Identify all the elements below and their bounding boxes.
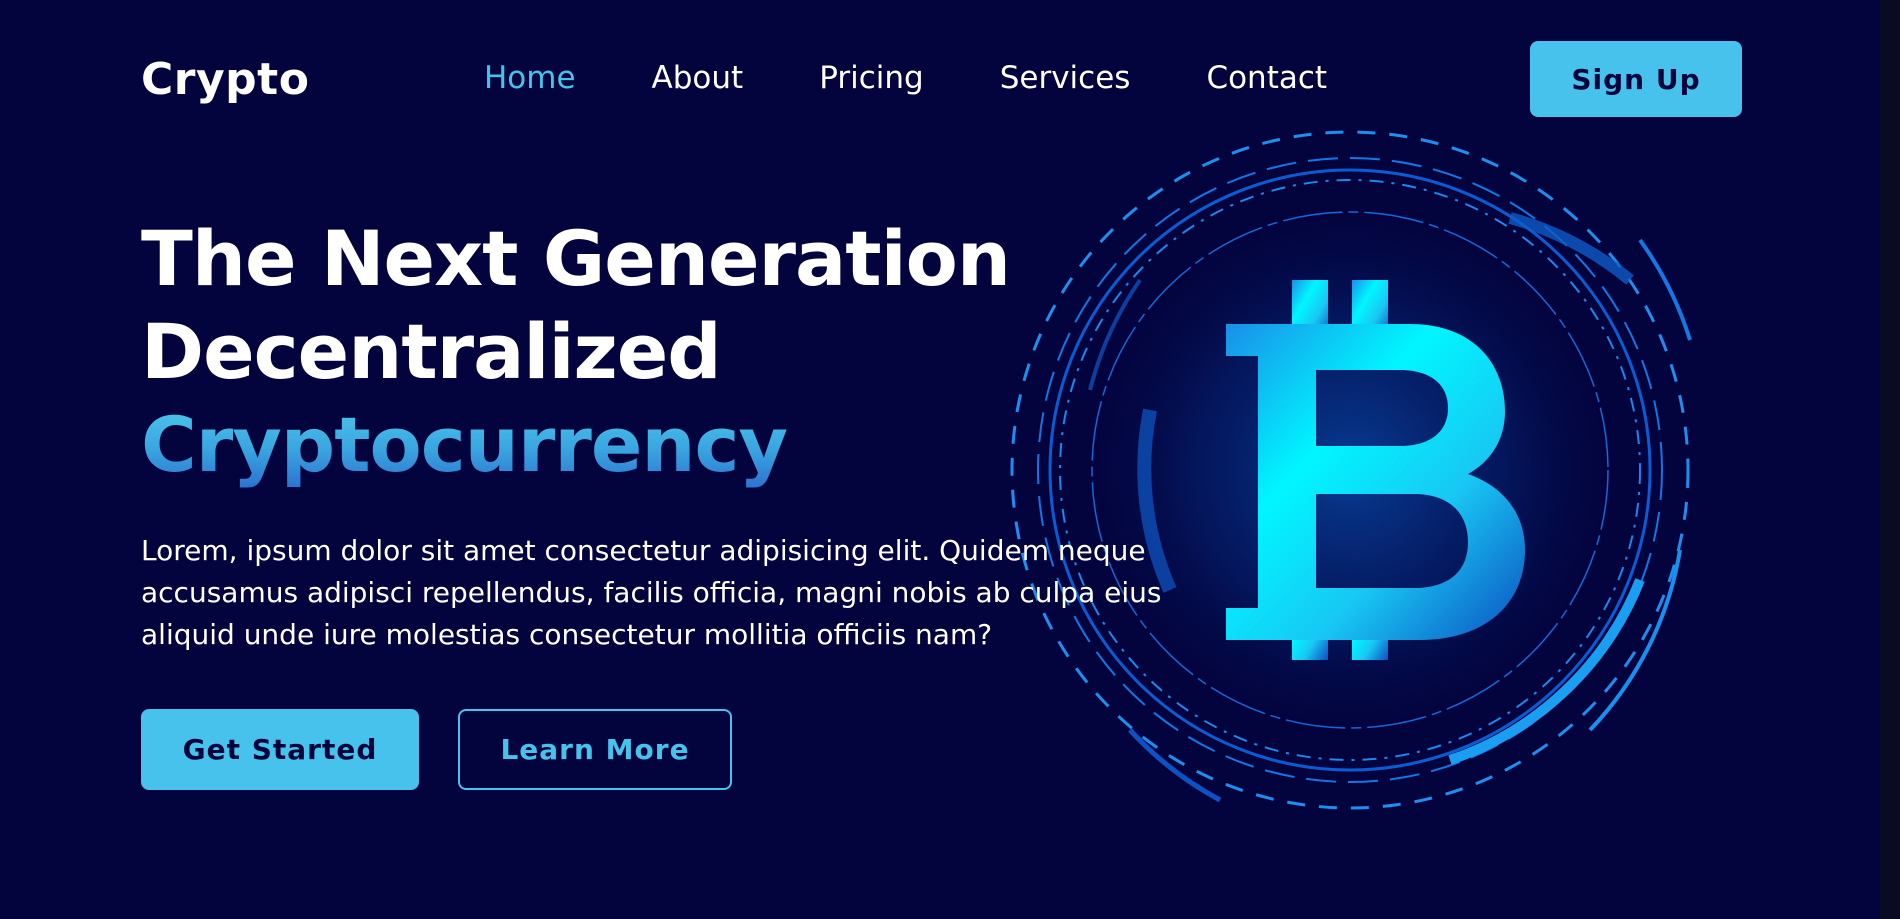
hero-description: Lorem, ipsum dolor sit amet consectetur … bbox=[141, 530, 1162, 656]
nav-link-services[interactable]: Services bbox=[1000, 58, 1131, 98]
scrollbar[interactable] bbox=[1880, 0, 1900, 919]
bitcoin-graphic bbox=[990, 110, 1710, 830]
get-started-button[interactable]: Get Started bbox=[141, 709, 419, 790]
hero-description-line-3: aliquid unde iure molestias consectetur … bbox=[141, 618, 993, 651]
landing-page: Crypto Home About Pricing Services Conta… bbox=[0, 0, 1900, 919]
nav-link-about[interactable]: About bbox=[652, 58, 744, 98]
learn-more-button[interactable]: Learn More bbox=[458, 709, 732, 790]
main-nav: Home About Pricing Services Contact bbox=[484, 58, 1327, 98]
hero-title-highlight: Cryptocurrency bbox=[141, 398, 1010, 491]
hero-title: The Next Generation Decentralized Crypto… bbox=[141, 212, 1011, 491]
hero-title-line-2: Decentralized bbox=[141, 307, 722, 396]
hero-description-line-2: accusamus adipisci repellendus, facilis … bbox=[141, 576, 1162, 609]
hero-description-line-1: Lorem, ipsum dolor sit amet consectetur … bbox=[141, 534, 1146, 567]
nav-link-contact[interactable]: Contact bbox=[1206, 58, 1327, 98]
sign-up-button[interactable]: Sign Up bbox=[1530, 41, 1742, 117]
nav-link-home[interactable]: Home bbox=[484, 58, 576, 98]
bitcoin-icon bbox=[1010, 130, 1692, 810]
nav-link-pricing[interactable]: Pricing bbox=[819, 58, 924, 98]
hero-title-line-1: The Next Generation bbox=[141, 214, 1011, 303]
site-logo[interactable]: Crypto bbox=[141, 50, 309, 110]
